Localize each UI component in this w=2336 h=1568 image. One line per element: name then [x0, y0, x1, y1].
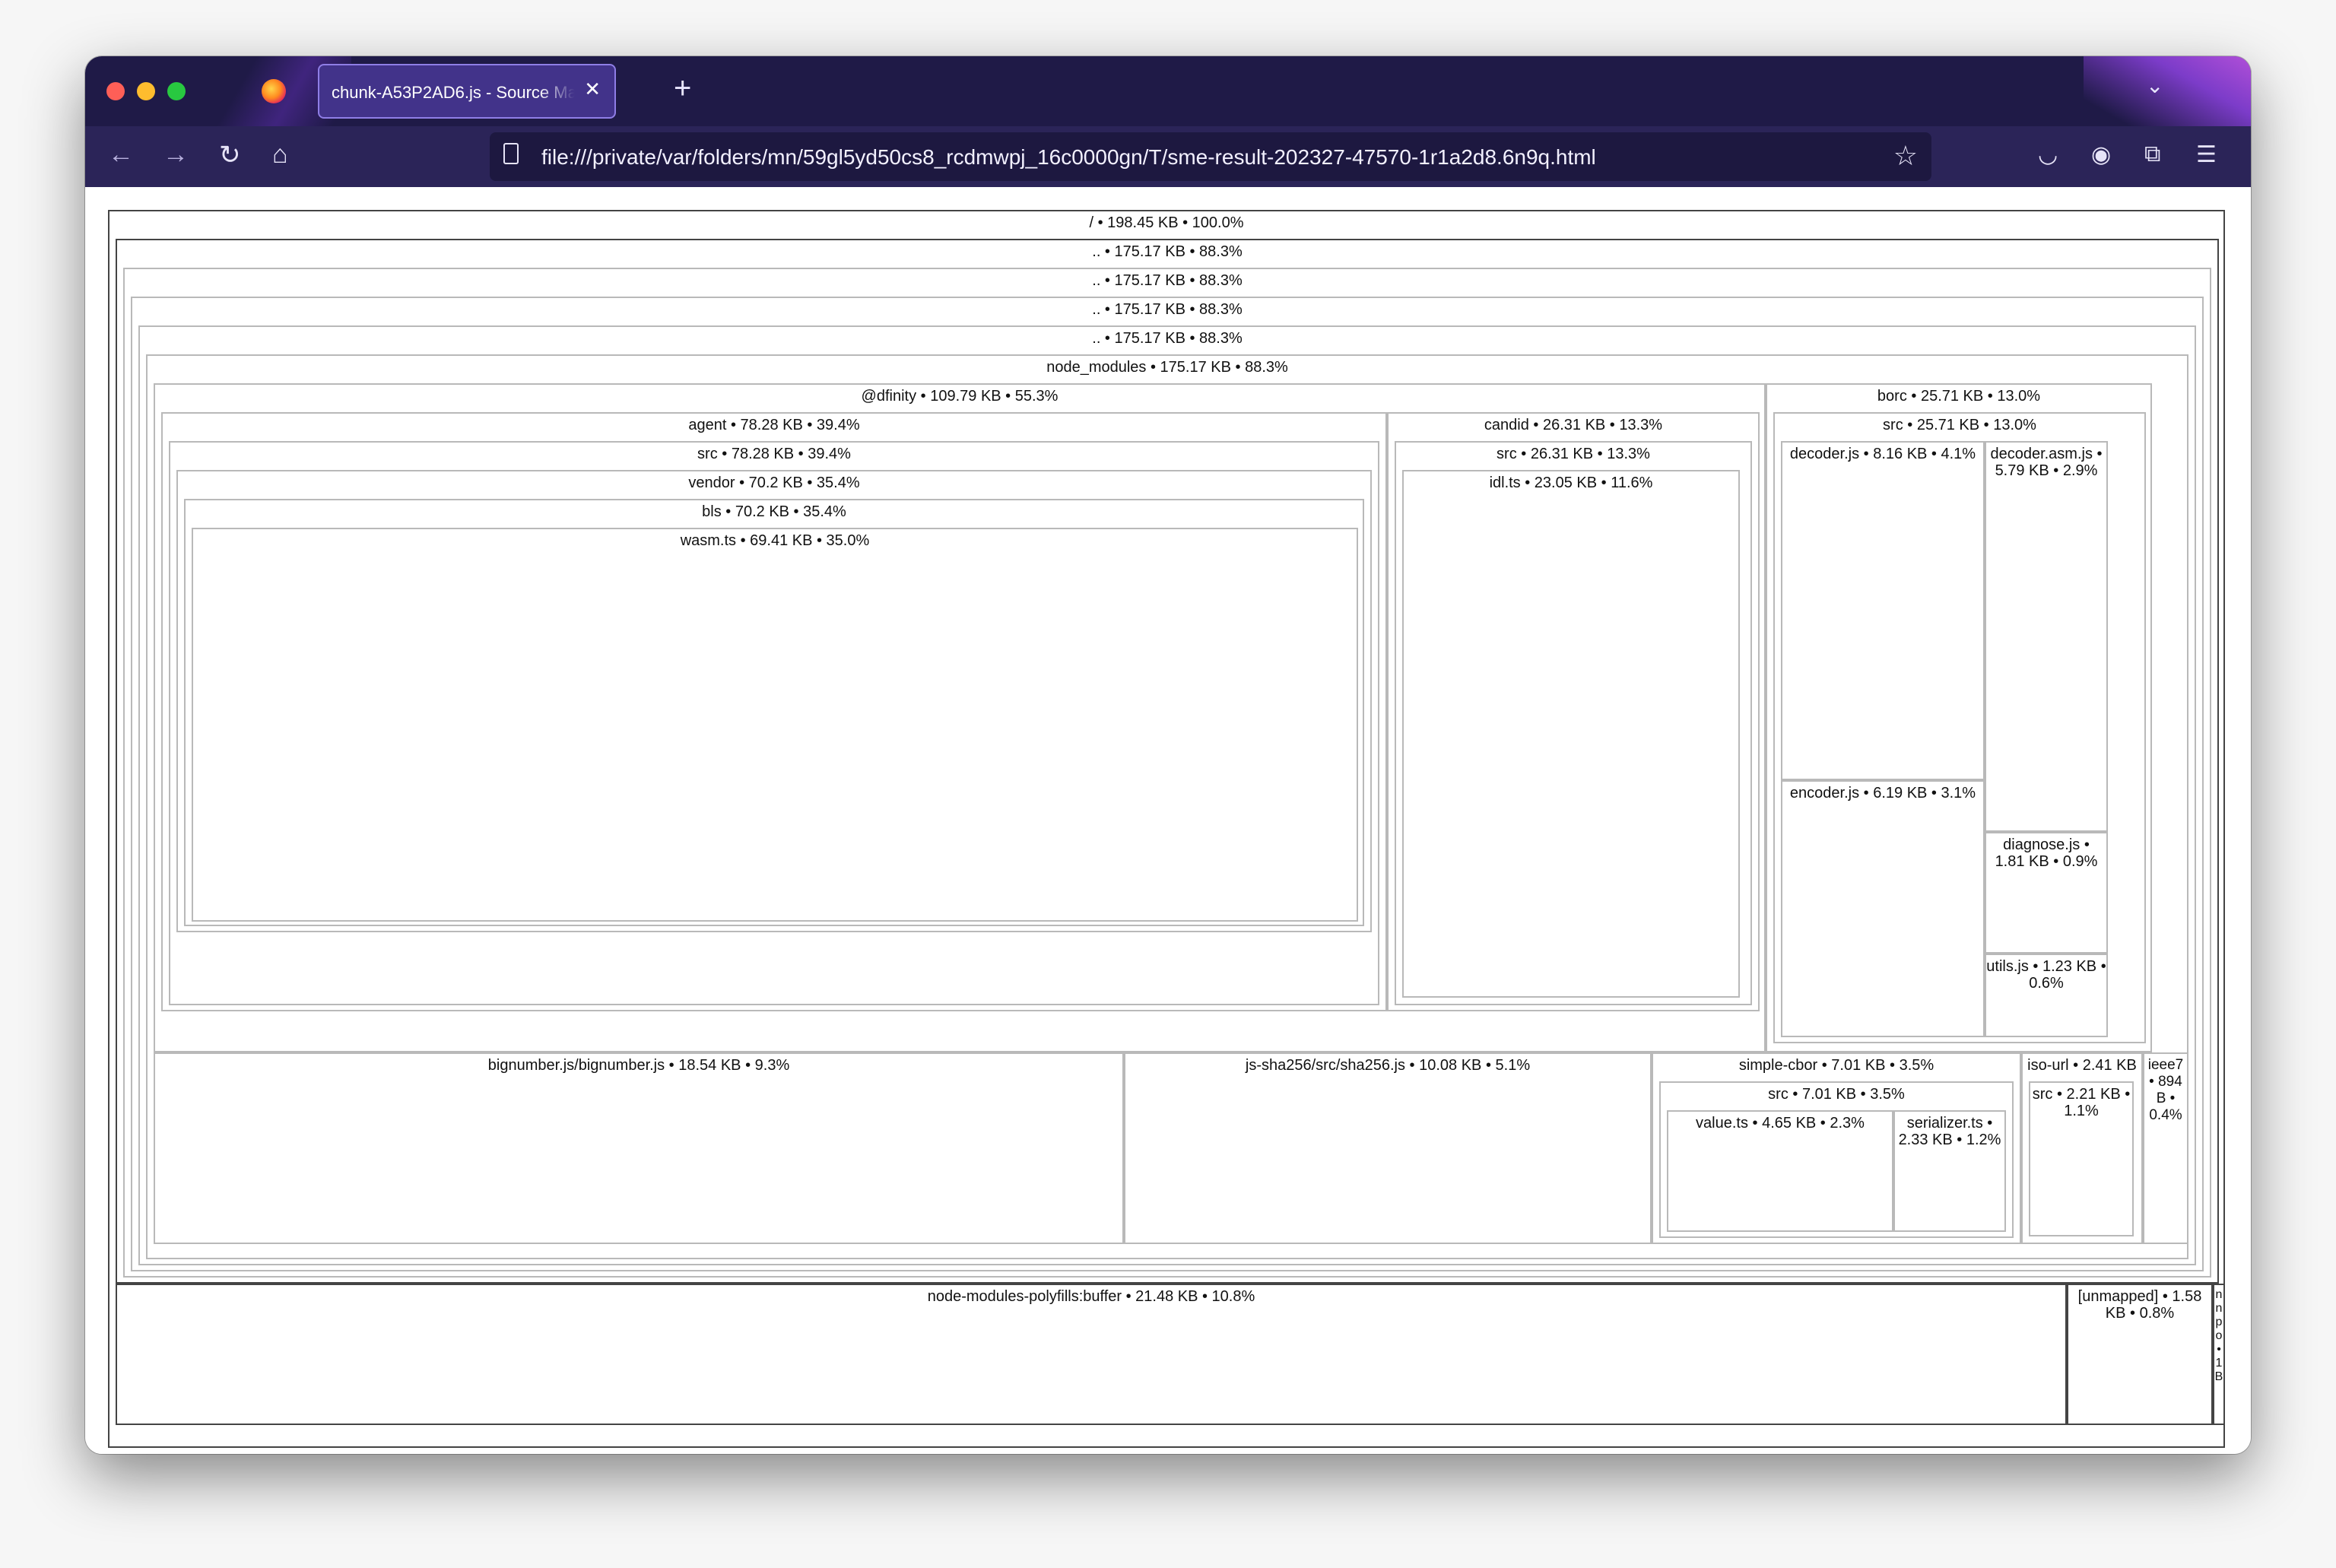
node-label: borc • 25.71 KB • 13.0% [1877, 388, 2041, 405]
browser-window: chunk-A53P2AD6.js - Source Map Explorer … [85, 56, 2251, 1454]
firefox-logo-icon[interactable] [262, 79, 286, 103]
node-label: [unmapped] • 1.58 KB • 0.8% [2077, 1288, 2202, 1322]
treemap-node-polyfills-buffer[interactable]: node-modules-polyfills:buffer • 21.48 KB… [116, 1284, 2067, 1425]
node-label: vendor • 70.2 KB • 35.4% [688, 475, 860, 491]
node-label: diagnose.js • 1.81 KB • 0.9% [1995, 836, 2098, 870]
treemap-node-tiny[interactable]: n n p o • 1 B [2213, 1284, 2225, 1425]
close-icon[interactable]: ✕ [584, 78, 601, 101]
treemap-node-idl[interactable]: idl.ts • 23.05 KB • 11.6% [1402, 470, 1740, 998]
node-label: wasm.ts • 69.41 KB • 35.0% [680, 532, 870, 549]
treemap-node-ieee754[interactable]: ieee7 • 894 B • 0.4% [2143, 1052, 2188, 1244]
chevron-down-icon[interactable]: ⌄ [2146, 73, 2163, 98]
node-label: src • 2.21 KB • 1.1% [2032, 1086, 2131, 1119]
node-label: decoder.asm.js • 5.79 KB • 2.9% [1990, 446, 2103, 479]
zoom-window-button[interactable] [167, 82, 186, 100]
treemap-node-serializer[interactable]: serializer.ts • 2.33 KB • 1.2% [1893, 1110, 2006, 1232]
node-label: candid • 26.31 KB • 13.3% [1484, 417, 1663, 433]
treemap-node-wasm[interactable]: wasm.ts • 69.41 KB • 35.0% [192, 528, 1358, 922]
node-label: decoder.js • 8.16 KB • 4.1% [1789, 446, 1976, 462]
node-label: src • 25.71 KB • 13.0% [1883, 417, 2036, 433]
node-label: node_modules • 175.17 KB • 88.3% [1046, 359, 1288, 376]
forward-arrow-icon[interactable]: → [163, 140, 189, 170]
treemap-node-decoder[interactable]: decoder.js • 8.16 KB • 4.1% [1781, 441, 1985, 780]
treemap-node-iso-url-src[interactable]: src • 2.21 KB • 1.1% [2029, 1081, 2134, 1236]
node-label: value.ts • 4.65 KB • 2.3% [1696, 1115, 1865, 1132]
node-label: idl.ts • 23.05 KB • 11.6% [1489, 475, 1653, 491]
treemap: / • 198.45 KB • 100.0% .. • 175.17 KB • … [85, 187, 2251, 1454]
node-label: js-sha256/src/sha256.js • 10.08 KB • 5.1… [1245, 1057, 1531, 1074]
node-label: utils.js • 1.23 KB • 0.6% [1986, 958, 2106, 992]
pocket-icon[interactable]: ◡ [2038, 141, 2058, 168]
node-label: bignumber.js/bignumber.js • 18.54 KB • 9… [487, 1057, 790, 1074]
node-label: .. • 175.17 KB • 88.3% [1092, 301, 1243, 318]
treemap-node-value[interactable]: value.ts • 4.65 KB • 2.3% [1667, 1110, 1893, 1232]
new-tab-button[interactable]: + [674, 71, 691, 106]
treemap-node-encoder[interactable]: encoder.js • 6.19 KB • 3.1% [1781, 780, 1985, 1037]
account-icon[interactable]: ◉ [2091, 141, 2111, 168]
navigation-toolbar: ← → ↻ ⌂ file:///private/var/folders/mn/5… [85, 126, 2251, 187]
node-label: @dfinity • 109.79 KB • 55.3% [861, 388, 1058, 405]
node-label: n n p o • 1 B [2214, 1288, 2223, 1383]
node-label: node-modules-polyfills:buffer • 21.48 KB… [927, 1288, 1255, 1305]
close-window-button[interactable] [106, 82, 125, 100]
node-label: .. • 175.17 KB • 88.3% [1092, 330, 1243, 347]
tab-bar: chunk-A53P2AD6.js - Source Map Explorer … [85, 56, 2251, 193]
page-document-icon [503, 143, 519, 164]
treemap-node-diagnose[interactable]: diagnose.js • 1.81 KB • 0.9% [1985, 832, 2108, 954]
node-label: encoder.js • 6.19 KB • 3.1% [1789, 785, 1976, 801]
hamburger-menu-icon[interactable]: ☰ [2196, 141, 2217, 168]
node-label: ieee7 • 894 B • 0.4% [2147, 1057, 2184, 1123]
node-label: serializer.ts • 2.33 KB • 1.2% [1898, 1115, 2001, 1148]
tab-title: chunk-A53P2AD6.js - Source Map Explorer [332, 83, 575, 102]
minimize-window-button[interactable] [137, 82, 155, 100]
treemap-node-sha256[interactable]: js-sha256/src/sha256.js • 10.08 KB • 5.1… [1124, 1052, 1652, 1244]
page-content: / • 198.45 KB • 100.0% .. • 175.17 KB • … [85, 187, 2251, 1454]
node-label: iso-url • 2.41 KB • 1.2% [2027, 1057, 2137, 1074]
node-label: simple-cbor • 7.01 KB • 3.5% [1738, 1057, 1934, 1074]
node-label: agent • 78.28 KB • 39.4% [688, 417, 860, 433]
tab-active[interactable]: chunk-A53P2AD6.js - Source Map Explorer … [318, 64, 616, 119]
node-label: src • 26.31 KB • 13.3% [1496, 446, 1650, 462]
treemap-node-unmapped[interactable]: [unmapped] • 1.58 KB • 0.8% [2067, 1284, 2213, 1425]
puzzle-icon[interactable]: ⧉ [2144, 141, 2160, 167]
back-arrow-icon[interactable]: ← [108, 140, 134, 170]
address-bar[interactable]: file:///private/var/folders/mn/59gl5yd50… [490, 132, 1931, 181]
reload-icon[interactable]: ↻ [219, 140, 241, 170]
node-label: src • 78.28 KB • 39.4% [697, 446, 851, 462]
treemap-node-utils[interactable]: utils.js • 1.23 KB • 0.6% [1985, 954, 2108, 1037]
node-label: bls • 70.2 KB • 35.4% [702, 503, 846, 520]
treemap-node-bignumber[interactable]: bignumber.js/bignumber.js • 18.54 KB • 9… [154, 1052, 1124, 1244]
node-label: .. • 175.17 KB • 88.3% [1092, 272, 1243, 289]
url-text[interactable]: file:///private/var/folders/mn/59gl5yd50… [541, 145, 1596, 170]
node-label: src • 7.01 KB • 3.5% [1768, 1086, 1905, 1103]
home-icon[interactable]: ⌂ [272, 140, 288, 170]
node-label: / • 198.45 KB • 100.0% [1089, 214, 1244, 231]
treemap-node-decoder-asm[interactable]: decoder.asm.js • 5.79 KB • 2.9% [1985, 441, 2108, 832]
star-icon[interactable]: ☆ [1893, 140, 1918, 172]
node-label: .. • 175.17 KB • 88.3% [1092, 243, 1243, 260]
